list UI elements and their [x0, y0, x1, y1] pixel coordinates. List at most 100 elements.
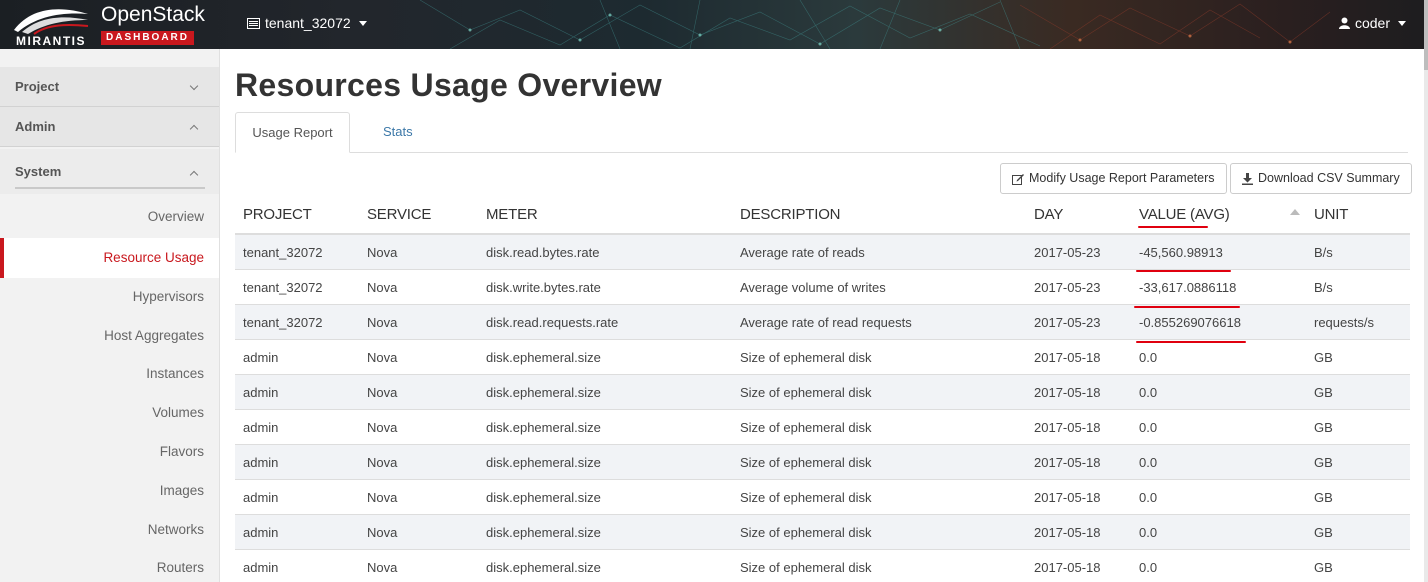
table-row: admin Nova disk.ephemeral.size Size of ephe… [235, 515, 1410, 550]
table-row: admin Nova disk.ephemeral.size Size of ephe… [235, 340, 1410, 375]
sidebar-item-host-aggregates[interactable]: Host Aggregates [0, 317, 219, 355]
sidebar-section-project[interactable]: Project [0, 67, 219, 107]
cell-value: 0.0 [1139, 525, 1158, 540]
download-button-label: Download CSV Summary [1258, 171, 1400, 185]
column-header-description[interactable]: DESCRIPTION [740, 206, 841, 223]
column-header-service[interactable]: SERVICE [367, 206, 431, 223]
cell-value: -0.855269076618 [1139, 315, 1241, 330]
cell-unit: requests/s [1314, 315, 1374, 330]
cell-project: admin [243, 350, 279, 365]
sidebar-item-images[interactable]: Images [0, 472, 219, 510]
tenant-list-icon [247, 17, 260, 29]
brand-product: OpenStack [101, 3, 205, 26]
sidebar-section-admin[interactable]: Admin [0, 107, 219, 147]
cell-description: Size of ephemeral disk [740, 525, 872, 540]
column-header-day[interactable]: DAY [1034, 206, 1063, 223]
download-icon [1242, 172, 1253, 185]
tenant-name: tenant_32072 [265, 15, 351, 31]
cell-unit: B/s [1314, 245, 1333, 260]
cell-service: Nova [367, 490, 398, 505]
cell-service: Nova [367, 420, 398, 435]
sidebar-item-hypervisors[interactable]: Hypervisors [0, 278, 219, 316]
cell-unit: GB [1314, 525, 1333, 540]
cell-project: admin [243, 385, 279, 400]
brand-logo[interactable]: MIRANTIS OpenStack DASHBOARD [8, 3, 205, 48]
divider [15, 187, 205, 189]
sidebar-item-routers[interactable]: Routers [0, 549, 219, 582]
table-body: tenant_32072 Nova disk.read.bytes.rate Aver… [235, 235, 1410, 582]
cell-value: 0.0 [1139, 350, 1158, 365]
cell-day: 2017-05-18 [1034, 385, 1101, 400]
cell-service: Nova [367, 525, 398, 540]
column-header-meter[interactable]: METER [486, 206, 538, 223]
cell-meter: disk.ephemeral.size [486, 560, 601, 575]
sidebar-item-resource-usage[interactable]: Resource Usage [0, 238, 219, 278]
tab-stats[interactable]: Stats [367, 112, 429, 153]
cell-day: 2017-05-18 [1034, 350, 1101, 365]
cell-unit: GB [1314, 560, 1333, 575]
sidebar-item-flavors[interactable]: Flavors [0, 433, 219, 471]
cell-service: Nova [367, 560, 398, 575]
sidebar-item-networks[interactable]: Networks [0, 511, 219, 549]
cell-description: Average rate of reads [740, 245, 865, 260]
page-title: Resources Usage Overview [235, 67, 662, 103]
modify-report-parameters-button[interactable]: Modify Usage Report Parameters [1000, 163, 1227, 194]
sidebar-item-volumes[interactable]: Volumes [0, 394, 219, 432]
brand-company: MIRANTIS [16, 34, 86, 48]
cell-description: Size of ephemeral disk [740, 385, 872, 400]
cell-project: tenant_32072 [243, 315, 323, 330]
modify-button-label: Modify Usage Report Parameters [1029, 171, 1215, 185]
column-header-project[interactable]: PROJECT [243, 206, 312, 223]
cell-unit: GB [1314, 455, 1333, 470]
cell-service: Nova [367, 455, 398, 470]
cell-meter: disk.ephemeral.size [486, 385, 601, 400]
cell-day: 2017-05-18 [1034, 560, 1101, 575]
cell-value: 0.0 [1139, 420, 1158, 435]
download-csv-button[interactable]: Download CSV Summary [1230, 163, 1412, 194]
cell-day: 2017-05-18 [1034, 525, 1101, 540]
scrollbar-thumb[interactable] [1424, 0, 1428, 70]
cell-day: 2017-05-23 [1034, 315, 1101, 330]
tab-bar: Usage Report Stats [235, 112, 1408, 153]
annotation-underline [1136, 341, 1246, 343]
table-header: PROJECT SERVICE METER DESCRIPTION DAY VA… [235, 198, 1410, 235]
cell-value: -45,560.98913 [1139, 245, 1223, 260]
brand-sub: DASHBOARD [101, 31, 194, 45]
cell-service: Nova [367, 385, 398, 400]
cell-description: Size of ephemeral disk [740, 455, 872, 470]
cell-meter: disk.ephemeral.size [486, 490, 601, 505]
table-row: admin Nova disk.ephemeral.size Size of ephe… [235, 375, 1410, 410]
edit-icon [1012, 173, 1024, 185]
top-navbar: MIRANTIS OpenStack DASHBOARD tenant_3207… [0, 0, 1428, 49]
cell-project: tenant_32072 [243, 280, 323, 295]
table-row: tenant_32072 Nova disk.read.bytes.rate Aver… [235, 235, 1410, 270]
column-header-value[interactable]: VALUE (AVG) [1139, 206, 1230, 223]
cell-meter: disk.ephemeral.size [486, 350, 601, 365]
sidebar-group-system[interactable]: System [0, 149, 219, 194]
cell-unit: GB [1314, 350, 1333, 365]
page-scrollbar[interactable] [1424, 0, 1428, 582]
cell-day: 2017-05-18 [1034, 490, 1101, 505]
usage-table: PROJECT SERVICE METER DESCRIPTION DAY VA… [235, 198, 1410, 582]
table-row: tenant_32072 Nova disk.write.bytes.rate Ave… [235, 270, 1410, 305]
header-background-graphic [419, 0, 1331, 49]
chevron-up-icon [189, 170, 199, 180]
cell-day: 2017-05-18 [1034, 455, 1101, 470]
sidebar: Project Admin System Overview Resource U… [0, 49, 220, 582]
tab-usage-report[interactable]: Usage Report [235, 112, 350, 153]
annotation-underline [1138, 226, 1208, 228]
cell-project: admin [243, 525, 279, 540]
sidebar-item-instances[interactable]: Instances [0, 355, 219, 393]
chevron-up-icon [189, 124, 199, 134]
user-menu[interactable]: coder [1338, 15, 1406, 31]
chevron-down-icon [189, 81, 199, 91]
cell-project: admin [243, 420, 279, 435]
cell-project: tenant_32072 [243, 245, 323, 260]
column-header-unit[interactable]: UNIT [1314, 206, 1348, 223]
cell-value: 0.0 [1139, 560, 1158, 575]
tenant-selector[interactable]: tenant_32072 [247, 15, 367, 31]
cell-service: Nova [367, 350, 398, 365]
cell-description: Size of ephemeral disk [740, 560, 872, 575]
sort-ascending-icon[interactable] [1290, 209, 1300, 215]
sidebar-item-overview[interactable]: Overview [0, 198, 219, 236]
